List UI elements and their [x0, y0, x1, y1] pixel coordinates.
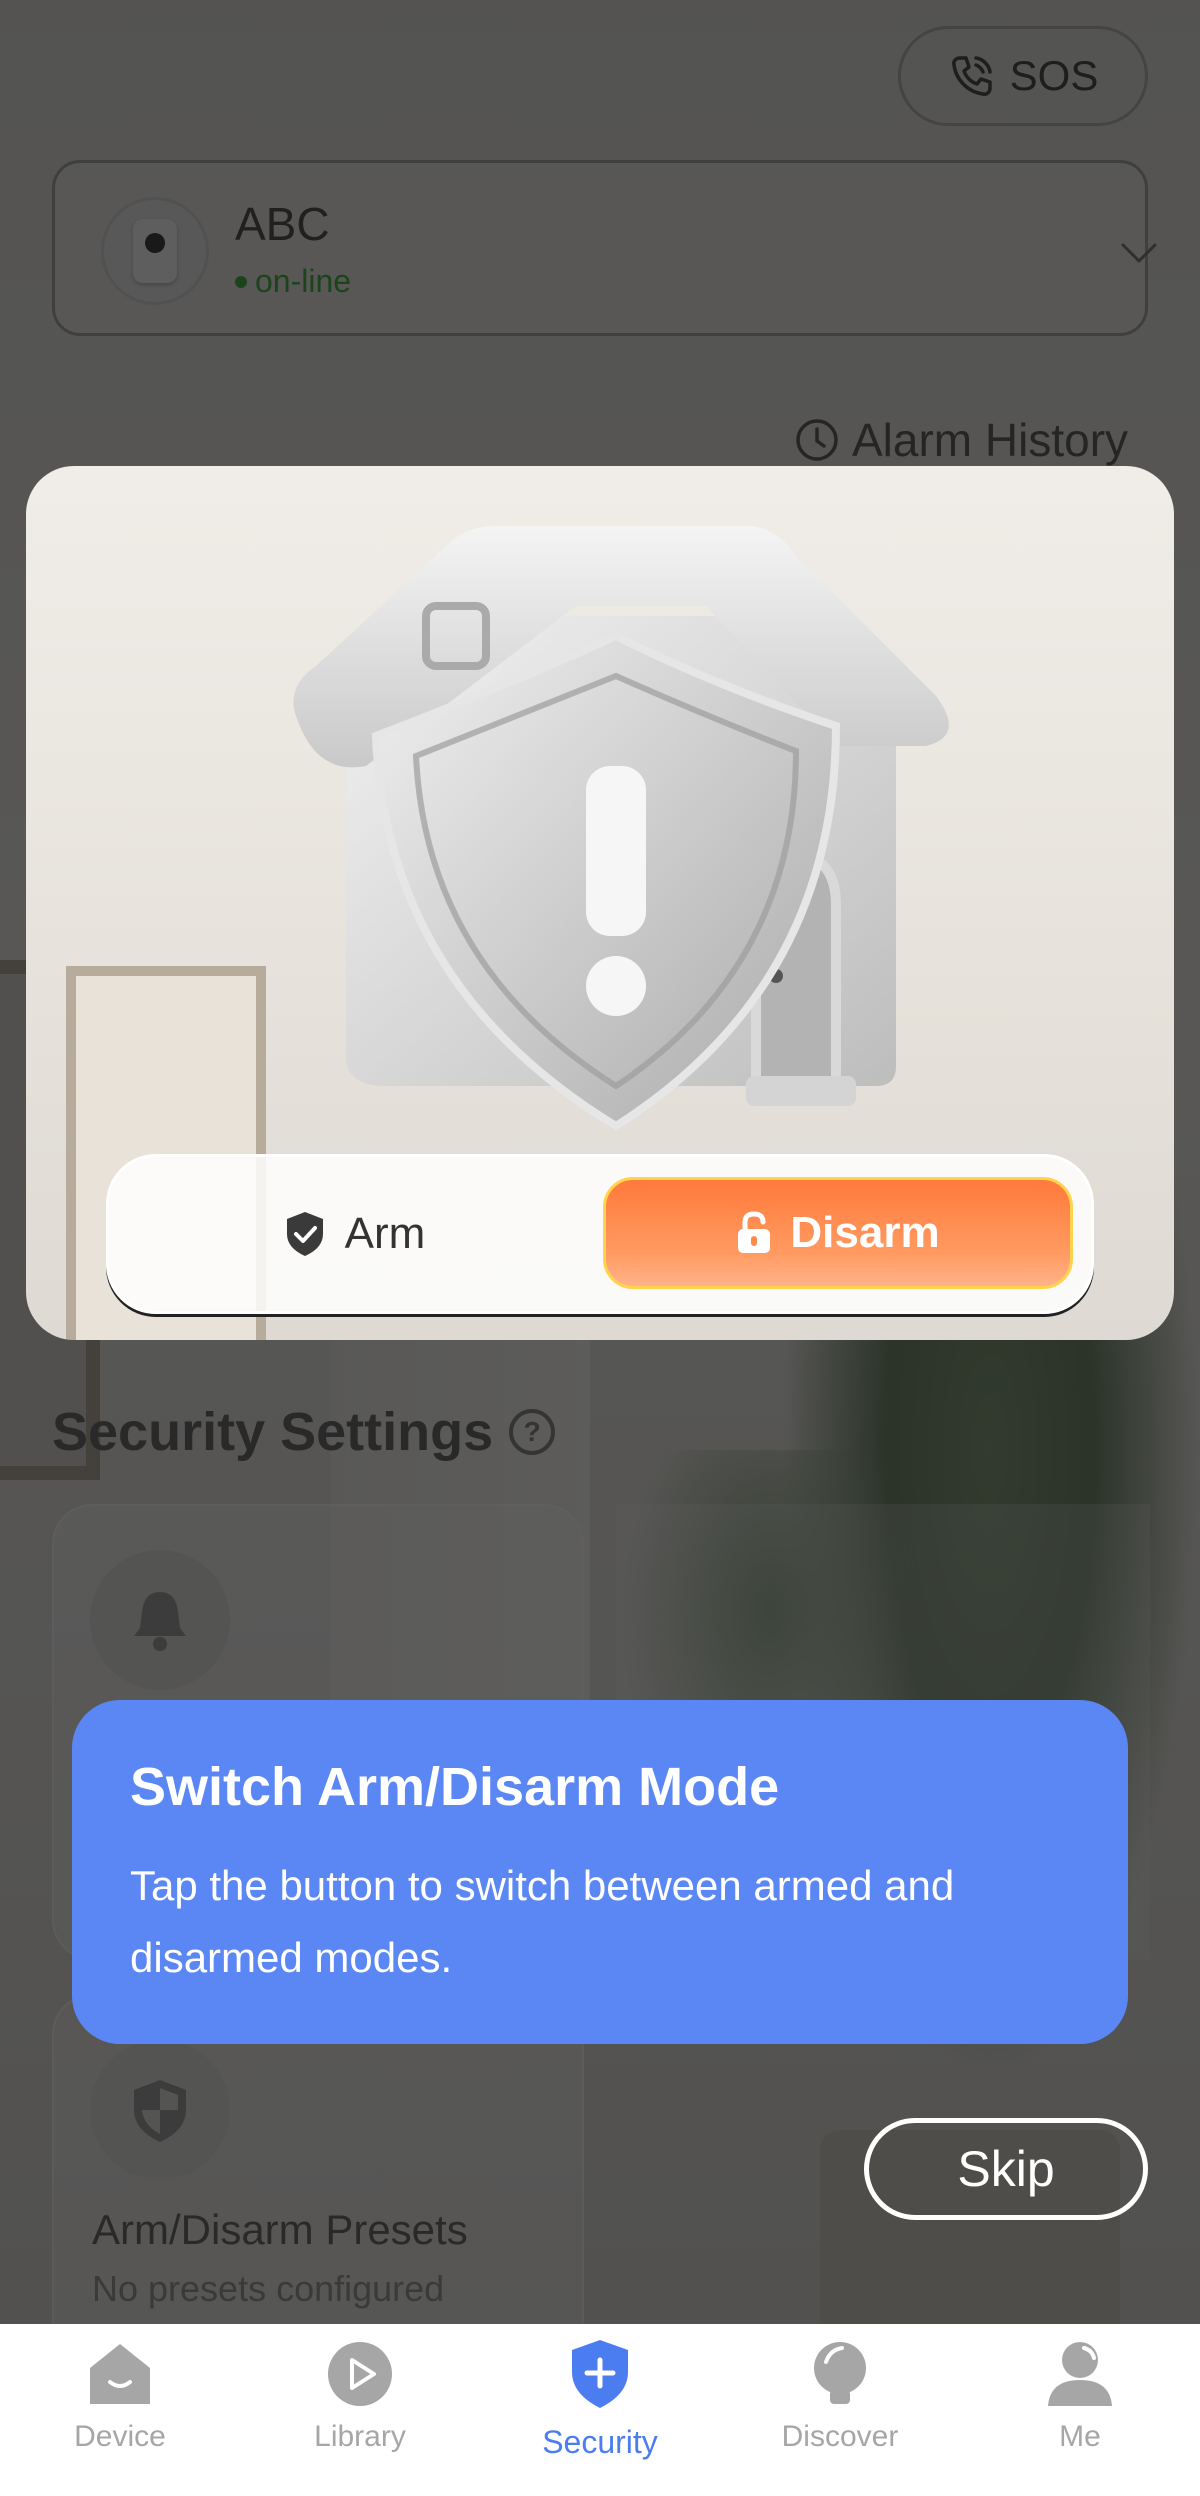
shield-icon-wrap — [90, 2040, 230, 2180]
disarm-button[interactable]: Disarm — [603, 1177, 1073, 1289]
clock-icon — [796, 419, 838, 461]
alarm-history-label: Alarm History — [852, 414, 1129, 466]
tab-discover-label: Discover — [781, 2420, 899, 2453]
security-icon — [572, 2340, 628, 2408]
device-name: ABC — [235, 198, 330, 250]
device-icon — [90, 2344, 150, 2404]
bell-icon-wrap — [90, 1550, 230, 1690]
arm-label: Arm — [344, 1209, 426, 1258]
skip-button[interactable]: Skip — [864, 2118, 1148, 2220]
disarm-label: Disarm — [790, 1208, 940, 1257]
arm-disarm-toggle: Arm Disarm — [106, 1154, 1094, 1314]
onboarding-tooltip: Switch Arm/Disarm Mode Tap the button to… — [72, 1700, 1128, 2044]
bottom-tab-bar: Device Library Security Discover Me — [0, 2324, 1200, 2496]
tooltip-title: Switch Arm/Disarm Mode — [130, 1757, 780, 1817]
unlock-icon — [738, 1211, 771, 1253]
tab-library-label: Library — [314, 2420, 406, 2453]
tab-security[interactable]: Security — [480, 2338, 720, 2488]
tab-me[interactable]: Me — [960, 2338, 1200, 2488]
alarm-history-link[interactable]: Alarm History — [794, 412, 1128, 468]
tooltip-body: Tap the button to switch between armed a… — [130, 1862, 955, 1981]
device-status-label: on-line — [255, 263, 352, 299]
arm-button[interactable]: Arm — [109, 1157, 599, 1311]
shield-check-icon — [286, 1212, 323, 1256]
presets-subtitle: No presets configured — [92, 2268, 445, 2309]
sos-label: SOS — [1009, 52, 1099, 99]
me-icon — [1048, 2342, 1112, 2406]
security-settings-title: Security Settings — [52, 1402, 494, 1462]
tab-device-label: Device — [74, 2420, 166, 2453]
security-status-card: Arm Disarm — [26, 466, 1174, 1340]
discover-icon — [814, 2342, 866, 2404]
camera-icon — [133, 219, 177, 283]
library-icon — [328, 2342, 392, 2406]
status-dot — [235, 275, 247, 288]
security-screen: SOS ABC on-line Alarm History Arm Disarm… — [0, 0, 1200, 2496]
chevron-down-icon — [1121, 243, 1157, 263]
house-shield-illustration — [293, 526, 949, 1131]
bell-icon — [134, 1592, 186, 1651]
phone-icon — [951, 56, 992, 96]
help-icon[interactable]: ? — [509, 1409, 556, 1455]
security-settings-heading: Security Settings ? — [52, 1400, 556, 1464]
tab-discover[interactable]: Discover — [720, 2338, 960, 2488]
tab-me-label: Me — [1059, 2420, 1101, 2453]
device-status: on-line — [235, 263, 351, 300]
device-avatar — [101, 197, 209, 305]
tab-library[interactable]: Library — [240, 2338, 480, 2488]
device-selector[interactable]: ABC on-line — [52, 160, 1157, 336]
presets-title: Arm/Disarm Presets — [92, 2206, 468, 2253]
sos-button[interactable]: SOS — [898, 26, 1148, 126]
shield-icon — [134, 2080, 186, 2142]
tab-device[interactable]: Device — [0, 2338, 240, 2488]
tab-security-label: Security — [542, 2424, 658, 2460]
